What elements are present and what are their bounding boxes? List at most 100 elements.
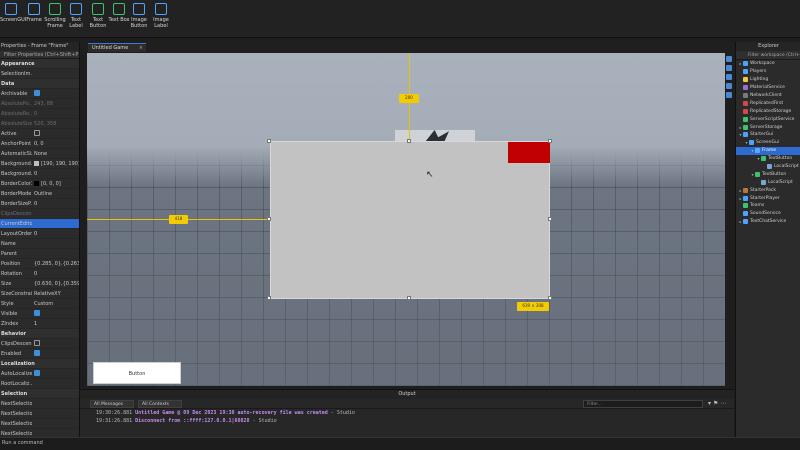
explorer-item[interactable]: SoundService	[736, 210, 800, 218]
property-row[interactable]: BorderMode Outline	[0, 189, 79, 199]
clear-output-icon[interactable]: ⚑	[713, 400, 718, 407]
color-swatch[interactable]	[34, 180, 39, 186]
image-label-tool[interactable]: Image Label	[150, 3, 172, 29]
property-row[interactable]: Archivable	[0, 89, 79, 99]
explorer-item[interactable]: ▾ TextButton	[736, 170, 800, 178]
explorer-item[interactable]: ▸ StarterPack	[736, 186, 800, 194]
explorer-item[interactable]: ServerScriptService	[736, 115, 800, 123]
property-row[interactable]: SelectionIm...	[0, 69, 79, 79]
output-filter-input[interactable]: Filter...	[583, 400, 703, 408]
property-value[interactable]	[32, 89, 79, 98]
property-row[interactable]: Name	[0, 239, 79, 249]
property-value[interactable]: 520, 358	[32, 121, 79, 127]
contexts-dropdown[interactable]: All Contexts	[138, 400, 182, 408]
property-row[interactable]: AbsoluteSize 520, 358	[0, 119, 79, 129]
property-value[interactable]	[32, 129, 79, 138]
resize-handle-t[interactable]	[407, 139, 411, 143]
property-value[interactable]: 0	[32, 271, 79, 277]
property-value[interactable]: [0, 0, 0]	[32, 180, 79, 187]
property-section[interactable]: Data	[0, 79, 79, 89]
property-section[interactable]: Appearance	[0, 59, 79, 69]
selected-gui-frame[interactable]	[270, 141, 550, 299]
command-bar-input[interactable]: Run a command	[0, 437, 800, 450]
property-checkbox[interactable]	[34, 349, 40, 356]
property-value[interactable]: {0.630, 0},{0.359}	[32, 281, 79, 287]
explorer-item[interactable]: ▾ Frame	[736, 146, 800, 155]
property-section[interactable]: Selection	[0, 389, 79, 399]
property-row[interactable]: SizeConstraintRelativeXY	[0, 289, 79, 299]
property-row[interactable]: NextSelection...	[0, 399, 79, 409]
explorer-item[interactable]: Lighting	[736, 76, 800, 84]
property-checkbox[interactable]	[34, 129, 40, 136]
property-row[interactable]: AutoLocalize	[0, 369, 79, 379]
property-row[interactable]: Position {0.285, 0},{0.263, 0}	[0, 259, 79, 269]
options-icon[interactable]: ⋯	[720, 400, 726, 407]
resize-handle-tr[interactable]	[548, 139, 552, 143]
property-row[interactable]: NextSelection...	[0, 409, 79, 419]
explorer-item[interactable]: ReplicatedFirst	[736, 99, 800, 107]
property-value[interactable]	[32, 369, 79, 378]
property-row[interactable]: Visible	[0, 309, 79, 319]
property-value[interactable]: 243, 88	[32, 101, 79, 107]
property-row[interactable]: Parent	[0, 249, 79, 259]
property-value[interactable]	[32, 349, 79, 358]
explorer-item[interactable]: LocalScript	[736, 163, 800, 171]
property-row[interactable]: ClipsDescen...	[0, 339, 79, 349]
property-row[interactable]: AnchorPoint 0, 0	[0, 139, 79, 149]
property-value[interactable]: Custom	[32, 301, 79, 307]
explorer-item[interactable]: Players	[736, 68, 800, 76]
resize-handle-r[interactable]	[548, 217, 552, 221]
property-row[interactable]: Size {0.630, 0},{0.359}	[0, 279, 79, 289]
property-row[interactable]: BorderColor3 [0, 0, 0]	[0, 179, 79, 189]
gui-text-button[interactable]: Button	[93, 362, 181, 384]
property-row[interactable]: Background... [190, 190, 190]	[0, 159, 79, 169]
property-row[interactable]: NextSelection...	[0, 419, 79, 429]
property-section[interactable]: Localization	[0, 359, 79, 369]
property-row[interactable]: ZIndex 1	[0, 319, 79, 329]
explorer-item[interactable]: LocalScript	[736, 178, 800, 186]
explorer-item[interactable]: ▾ ScreenGui	[736, 139, 800, 147]
color-swatch[interactable]	[34, 160, 39, 166]
property-section[interactable]: Behavior	[0, 329, 79, 339]
property-checkbox[interactable]	[34, 369, 40, 376]
property-value[interactable]: 0	[32, 171, 79, 177]
property-checkbox[interactable]	[34, 339, 40, 346]
explorer-item[interactable]: MaterialService	[736, 84, 800, 92]
property-row[interactable]: BorderSizeP... 0	[0, 199, 79, 209]
property-value[interactable]: RelativeXY	[32, 291, 79, 297]
explorer-item[interactable]: ▾ TextButton	[736, 155, 800, 163]
filter-dropdown-icon[interactable]: ▾	[708, 400, 711, 407]
property-row[interactable]: Background...0	[0, 169, 79, 179]
property-value[interactable]: 0	[32, 111, 79, 117]
camera-icon[interactable]	[726, 83, 732, 89]
property-row[interactable]: Enabled	[0, 349, 79, 359]
resize-handle-l[interactable]	[267, 217, 271, 221]
close-icon[interactable]: ×	[139, 44, 143, 52]
text-label-tool[interactable]: Text Label	[65, 3, 87, 29]
explorer-item[interactable]: ▸ TextChatService	[736, 218, 800, 226]
resize-handle-br[interactable]	[548, 296, 552, 300]
screengui-tool[interactable]: ScreenGUI	[0, 3, 26, 23]
messages-dropdown[interactable]: All Messages	[90, 400, 134, 408]
zoom-out-icon[interactable]	[726, 74, 732, 80]
property-row[interactable]: AbsoluteRo... 0	[0, 109, 79, 119]
property-value[interactable]: 0	[32, 231, 79, 237]
property-checkbox[interactable]	[34, 309, 40, 316]
property-row[interactable]: NextSelection...	[0, 429, 79, 437]
property-value[interactable]: 1	[32, 321, 79, 327]
property-value[interactable]: 0	[32, 201, 79, 207]
explorer-item[interactable]: ▸ StarterPlayer	[736, 194, 800, 202]
property-value[interactable]	[32, 339, 79, 348]
property-value[interactable]: [190, 190, 190]	[32, 160, 79, 167]
tab-untitled-game[interactable]: Untitled Game ×	[88, 43, 146, 52]
property-row[interactable]: AbsolutePo... 243, 88	[0, 99, 79, 109]
property-row[interactable]: Style Custom	[0, 299, 79, 309]
info-icon[interactable]	[726, 92, 732, 98]
property-row[interactable]: Rotation 0	[0, 269, 79, 279]
explorer-filter-input[interactable]: Filter workspace (Ctrl+Shift+X)	[736, 51, 800, 60]
red-inner-frame[interactable]	[508, 142, 550, 163]
zoom-in-icon[interactable]	[726, 65, 732, 71]
explorer-item[interactable]: NetworkClient	[736, 92, 800, 100]
explorer-item[interactable]: Teams	[736, 202, 800, 210]
property-row[interactable]: ClipsDescen...	[0, 209, 79, 219]
